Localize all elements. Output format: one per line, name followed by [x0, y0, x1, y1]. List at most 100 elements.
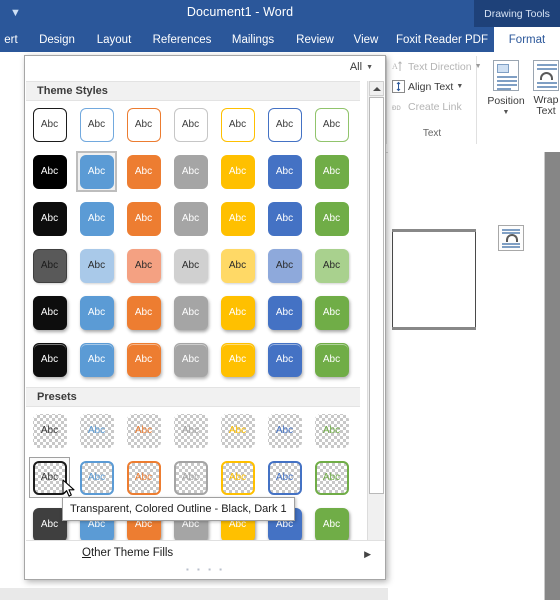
style-swatch[interactable]: Abc: [214, 101, 261, 148]
scroll-up-arrow-icon[interactable]: [369, 81, 384, 96]
style-swatch[interactable]: Abc: [261, 336, 308, 383]
style-swatch[interactable]: Abc: [73, 195, 120, 242]
other-theme-fills-item[interactable]: Other Theme Fills ▶: [26, 541, 385, 565]
style-swatch[interactable]: Abc: [214, 336, 261, 383]
create-link-icon: ᴆᴅ: [392, 100, 405, 113]
style-swatch[interactable]: Abc: [261, 148, 308, 195]
style-row: Abc Abc Abc Abc Abc Abc Abc: [26, 336, 360, 383]
style-swatch[interactable]: Abc: [26, 242, 73, 289]
style-swatch[interactable]: Abc: [261, 454, 308, 501]
style-swatch[interactable]: Abc: [73, 454, 120, 501]
create-link-button[interactable]: ᴆᴅ Create Link: [392, 100, 462, 113]
tab-mailings[interactable]: Mailings: [222, 27, 284, 52]
text-direction-button[interactable]: A Text Direction ▼: [392, 60, 482, 73]
style-swatch[interactable]: Abc: [167, 148, 214, 195]
style-swatch[interactable]: Abc: [308, 101, 355, 148]
style-swatch[interactable]: Abc: [26, 289, 73, 336]
style-swatch[interactable]: Abc: [120, 195, 167, 242]
style-row: Abc Abc Abc Abc Abc Abc Abc: [26, 242, 360, 289]
style-swatch[interactable]: Abc: [120, 336, 167, 383]
style-swatch[interactable]: Abc: [167, 289, 214, 336]
style-swatch[interactable]: Abc: [214, 289, 261, 336]
style-swatch[interactable]: Abc: [120, 407, 167, 454]
style-swatch[interactable]: Abc: [261, 195, 308, 242]
style-swatch[interactable]: Abc: [120, 242, 167, 289]
style-swatch[interactable]: Abc: [308, 454, 355, 501]
ribbon-tab-strip: ert Design Layout References Mailings Review V…: [0, 27, 560, 52]
style-swatch[interactable]: Abc: [261, 289, 308, 336]
swatch-preview: Abc: [267, 295, 302, 330]
text-box-shape[interactable]: [392, 229, 476, 330]
style-swatch[interactable]: Abc: [73, 148, 120, 195]
style-swatch[interactable]: Abc: [167, 407, 214, 454]
style-swatch[interactable]: Abc: [214, 148, 261, 195]
swatch-preview: Abc: [173, 107, 208, 142]
swatch-preview: Abc: [267, 201, 302, 236]
style-swatch[interactable]: Abc: [167, 101, 214, 148]
swatch-preview: Abc: [173, 295, 208, 330]
style-swatch[interactable]: Abc: [308, 289, 355, 336]
swatch-preview: Abc: [127, 414, 161, 448]
swatch-preview: Abc: [220, 154, 255, 189]
style-swatch[interactable]: Abc: [26, 195, 73, 242]
swatch-preview: Abc: [79, 342, 114, 377]
style-swatch[interactable]: Abc: [120, 148, 167, 195]
style-swatch[interactable]: Abc: [73, 242, 120, 289]
style-swatch[interactable]: Abc: [26, 407, 73, 454]
gallery-resize-grip[interactable]: ▪ ▪ ▪ ▪: [26, 565, 385, 574]
style-swatch[interactable]: Abc: [308, 242, 355, 289]
style-swatch[interactable]: Abc: [214, 407, 261, 454]
style-swatch[interactable]: Abc: [308, 148, 355, 195]
style-swatch[interactable]: Abc: [214, 454, 261, 501]
wrap-text-button[interactable]: Wrap Text: [523, 60, 560, 117]
style-swatch[interactable]: Abc: [73, 289, 120, 336]
text-group-label: Text: [422, 128, 442, 139]
swatch-preview: Abc: [221, 414, 255, 448]
document-canvas: [388, 152, 560, 600]
tab-format[interactable]: Format: [494, 27, 560, 52]
swatch-preview: Abc: [314, 342, 349, 377]
align-text-button[interactable]: Align Text ▼: [392, 80, 463, 93]
style-swatch[interactable]: Abc: [214, 195, 261, 242]
style-swatch[interactable]: Abc: [73, 101, 120, 148]
tab-layout[interactable]: Layout: [88, 27, 140, 52]
swatch-preview: Abc: [173, 342, 208, 377]
style-swatch[interactable]: Abc: [167, 195, 214, 242]
swatch-preview: Abc: [268, 414, 302, 448]
layout-options-button[interactable]: [498, 225, 524, 251]
style-swatch[interactable]: Abc: [26, 101, 73, 148]
style-swatch[interactable]: Abc: [167, 336, 214, 383]
style-row: Abc Abc Abc Abc Abc Abc Abc: [26, 407, 360, 454]
tab-foxit-reader-pdf[interactable]: Foxit Reader PDF: [392, 27, 492, 52]
swatch-preview: Abc: [314, 460, 349, 495]
tab-review[interactable]: Review: [288, 27, 342, 52]
gallery-scroll-thumb[interactable]: [369, 97, 384, 494]
swatch-preview: Abc: [315, 414, 349, 448]
swatch-preview: Abc: [173, 154, 208, 189]
style-swatch[interactable]: Abc: [26, 336, 73, 383]
style-swatch[interactable]: Abc: [261, 407, 308, 454]
style-filter-label: All: [349, 61, 363, 73]
style-swatch[interactable]: Abc: [261, 101, 308, 148]
tab-view[interactable]: View: [344, 27, 388, 52]
style-swatch[interactable]: Abc: [120, 289, 167, 336]
style-swatch[interactable]: Abc: [214, 242, 261, 289]
style-swatch[interactable]: Abc: [308, 336, 355, 383]
style-swatch[interactable]: Abc: [167, 242, 214, 289]
tab-design[interactable]: Design: [30, 27, 84, 52]
tab-ert[interactable]: ert: [0, 27, 22, 52]
swatch-preview: Abc: [173, 201, 208, 236]
style-swatch[interactable]: Abc: [73, 336, 120, 383]
swatch-preview: Abc: [126, 201, 161, 236]
style-swatch[interactable]: Abc: [167, 454, 214, 501]
style-swatch[interactable]: Abc: [26, 148, 73, 195]
style-filter-dropdown[interactable]: All ▼: [350, 61, 373, 73]
style-swatch[interactable]: Abc: [308, 407, 355, 454]
style-swatch[interactable]: Abc: [120, 101, 167, 148]
gallery-scrollbar[interactable]: [367, 81, 384, 557]
style-swatch[interactable]: Abc: [73, 407, 120, 454]
tab-references[interactable]: References: [144, 27, 220, 52]
style-swatch[interactable]: Abc: [308, 195, 355, 242]
style-swatch[interactable]: Abc: [120, 454, 167, 501]
style-swatch[interactable]: Abc: [261, 242, 308, 289]
